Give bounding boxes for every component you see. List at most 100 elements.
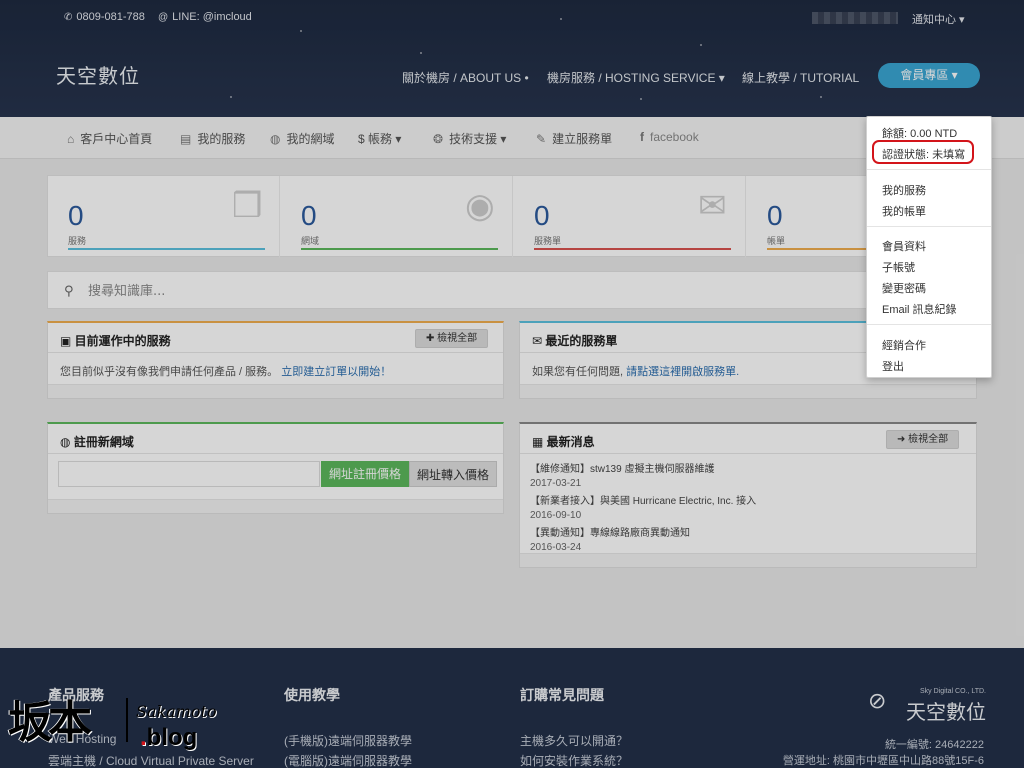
panel-header: ▣ 目前運作中的服務 ✚ 檢視全部 xyxy=(48,323,503,353)
panel-latest-news: ▦ 最新消息 ➜ 檢視全部 【維修通知】stw139 虛擬主機伺服器維護 201… xyxy=(519,422,977,568)
subnav-label: 客戶中心首頁 xyxy=(80,132,153,146)
subnav-my-domains[interactable]: ◍ 我的網域 xyxy=(270,130,335,147)
subnav-label: 我的服務 xyxy=(197,132,246,146)
stat-label: 網域 xyxy=(301,236,320,246)
stat-domains[interactable]: 0 網域 ◉ xyxy=(281,176,513,258)
stat-value: 0 xyxy=(68,200,84,231)
menu-item-profile[interactable]: 會員資料 xyxy=(882,238,926,254)
decor-star xyxy=(230,96,232,98)
home-icon: ⌂ xyxy=(67,132,75,146)
lifebuoy-icon: ❂ xyxy=(433,132,444,146)
at-icon: @ xyxy=(158,12,169,23)
subnav-billing[interactable]: $ 帳務 ▾ xyxy=(358,130,401,147)
footer-address: 營運地址: 桃園市中壢區中山路88號15F-6 xyxy=(782,755,984,767)
menu-item-logout[interactable]: 登出 xyxy=(882,358,904,374)
account-balance: 餘額: 0.00 NTD xyxy=(882,128,958,140)
panel-title: ◍ 註冊新網域 xyxy=(60,435,134,449)
footer-link[interactable]: 主機多久可以開通？ xyxy=(520,732,628,749)
footer-tax-id: 統一編號: 24642222 xyxy=(884,739,984,751)
subnav-label: facebook xyxy=(650,130,699,144)
panel-title: ▦ 最新消息 xyxy=(532,435,595,449)
footer-link[interactable]: (電腦版)遠端伺服器教學 xyxy=(284,752,412,768)
line-text: LINE: @imcloud xyxy=(172,11,252,23)
no-services-text: 您目前似乎沒有像我們申請任何產品 / 服務。 xyxy=(60,366,279,378)
panel-header: ◍ 註冊新網域 xyxy=(48,424,503,454)
knowledgebase-search-input[interactable] xyxy=(88,281,588,301)
panel-title: ▣ 目前運作中的服務 xyxy=(60,334,171,348)
menu-item-my-services[interactable]: 我的服務 xyxy=(882,182,926,198)
menu-divider xyxy=(867,169,991,170)
subnav-label: 我的網域 xyxy=(286,132,335,146)
panel-title: ✉ 最近的服務單 xyxy=(532,334,618,348)
phone-text: 0809-081-788 xyxy=(76,11,145,23)
stat-services[interactable]: 0 服務 ❒ xyxy=(48,176,280,258)
menu-item-my-invoices[interactable]: 我的帳單 xyxy=(882,203,926,219)
list-icon: ▤ xyxy=(180,132,192,146)
line-contact[interactable]: @ LINE: @imcloud xyxy=(158,11,252,23)
newspaper-icon: ▦ xyxy=(532,435,547,449)
subnav-label: 建立服務單 xyxy=(552,132,613,146)
knowledgebase-search: ⚲ xyxy=(47,271,977,309)
stat-value: 0 xyxy=(301,200,317,231)
domain-transfer-price-button[interactable]: 網址轉入價格 xyxy=(409,461,497,487)
watermark-blog: .blog xyxy=(140,724,198,751)
globe-icon: ◍ xyxy=(270,132,281,146)
stats-bar: 0 服務 ❒ 0 網域 ◉ 0 服務單 ✉ 0 帳單 xyxy=(47,175,977,258)
blog-watermark: 坂本 Sakamoto .blog xyxy=(8,684,228,764)
watermark-en: Sakamoto xyxy=(136,702,217,721)
subnav-open-ticket[interactable]: ✎ 建立服務單 xyxy=(536,130,612,147)
view-all-news-button[interactable]: ➜ 檢視全部 xyxy=(886,430,960,449)
panel-register-domain: ◍ 註冊新網域 網址註冊價格 網址轉入價格 xyxy=(47,422,504,514)
panel-footer xyxy=(520,384,976,398)
stat-label: 服務單 xyxy=(534,236,562,246)
subnav-support[interactable]: ❂ 技術支援 ▾ xyxy=(433,130,506,147)
watermark-cn: 坂本 xyxy=(8,697,92,748)
footer-link[interactable]: 如何安裝作業系統？ xyxy=(520,752,628,768)
menu-item-email-history[interactable]: Email 訊息紀錄 xyxy=(882,301,957,317)
domain-name-input[interactable] xyxy=(58,461,320,487)
open-ticket-link[interactable]: 請點選這裡開啟服務單. xyxy=(626,366,739,378)
footer-link[interactable]: (手機版)遠端伺服器教學 xyxy=(284,732,412,749)
decor-star xyxy=(420,52,422,54)
footer-heading: 訂購常見問題 xyxy=(520,687,604,703)
panel-body: 您目前似乎沒有像我們申請任何產品 / 服務。 立即建立訂單以開始！ xyxy=(60,363,391,379)
decor-star xyxy=(700,44,702,46)
notification-center-menu[interactable]: 通知中心 ▾ xyxy=(912,11,965,27)
news-title: 【異動通知】專線線路廠商異動通知 xyxy=(530,528,690,539)
watermark-divider xyxy=(126,698,128,742)
cube-icon: ❒ xyxy=(232,187,263,225)
news-item[interactable]: 【異動通知】專線線路廠商異動通知 2016-03-24 xyxy=(530,524,690,553)
news-title: 【維修通知】stw139 虛擬主機伺服器維護 xyxy=(530,464,715,475)
subnav-client-home[interactable]: ⌂ 客戶中心首頁 xyxy=(67,130,152,147)
footer-heading: 使用教學 xyxy=(284,687,340,703)
subnav-my-services[interactable]: ▤ 我的服務 xyxy=(180,130,245,147)
domain-register-price-button[interactable]: 網址註冊價格 xyxy=(321,461,409,487)
menu-item-sub-accounts[interactable]: 子帳號 xyxy=(882,259,915,275)
site-logo[interactable]: 天空數位 xyxy=(56,60,140,89)
news-item[interactable]: 【新業者接入】與美國 Hurricane Electric, Inc. 接入 2… xyxy=(530,492,756,521)
highlight-annotation xyxy=(872,140,974,164)
nav-about-us[interactable]: 關於機房 / ABOUT US • xyxy=(402,69,529,86)
menu-item-change-password[interactable]: 變更密碼 xyxy=(882,280,926,296)
panel-header: ▦ 最新消息 ➜ 檢視全部 xyxy=(520,424,976,454)
edit-icon: ✎ xyxy=(536,132,547,146)
news-item[interactable]: 【維修通知】stw139 虛擬主機伺服器維護 2017-03-21 xyxy=(530,460,714,489)
nav-tutorial[interactable]: 線上教學 / TUTORIAL xyxy=(742,69,859,86)
globe-icon: ◉ xyxy=(465,187,495,225)
view-all-services-button[interactable]: ✚ 檢視全部 xyxy=(415,329,489,348)
member-area-button[interactable]: 會員專區 ▾ xyxy=(878,63,980,88)
brand-mark-icon: ⊘ xyxy=(868,688,887,713)
footer-brand-cn: 天空數位 xyxy=(906,702,986,724)
subnav-label: $ 帳務 ▾ xyxy=(358,132,402,146)
stat-tickets[interactable]: 0 服務單 ✉ xyxy=(514,176,746,258)
phone-contact[interactable]: ✆ 0809-081-788 xyxy=(64,11,145,23)
watermark-blog-text: blog xyxy=(146,724,198,751)
domain-search-row: 網址註冊價格 網址轉入價格 xyxy=(58,461,497,487)
subnav-facebook[interactable]: f facebook xyxy=(640,130,699,144)
nav-hosting-service[interactable]: 機房服務 / HOSTING SERVICE ▾ xyxy=(547,69,725,86)
place-order-link[interactable]: 立即建立訂單以開始！ xyxy=(281,366,391,378)
menu-item-reseller[interactable]: 經銷合作 xyxy=(882,337,926,353)
stat-bar xyxy=(301,248,498,250)
stat-value: 0 xyxy=(767,200,783,231)
comments-icon: ✉ xyxy=(532,334,546,348)
